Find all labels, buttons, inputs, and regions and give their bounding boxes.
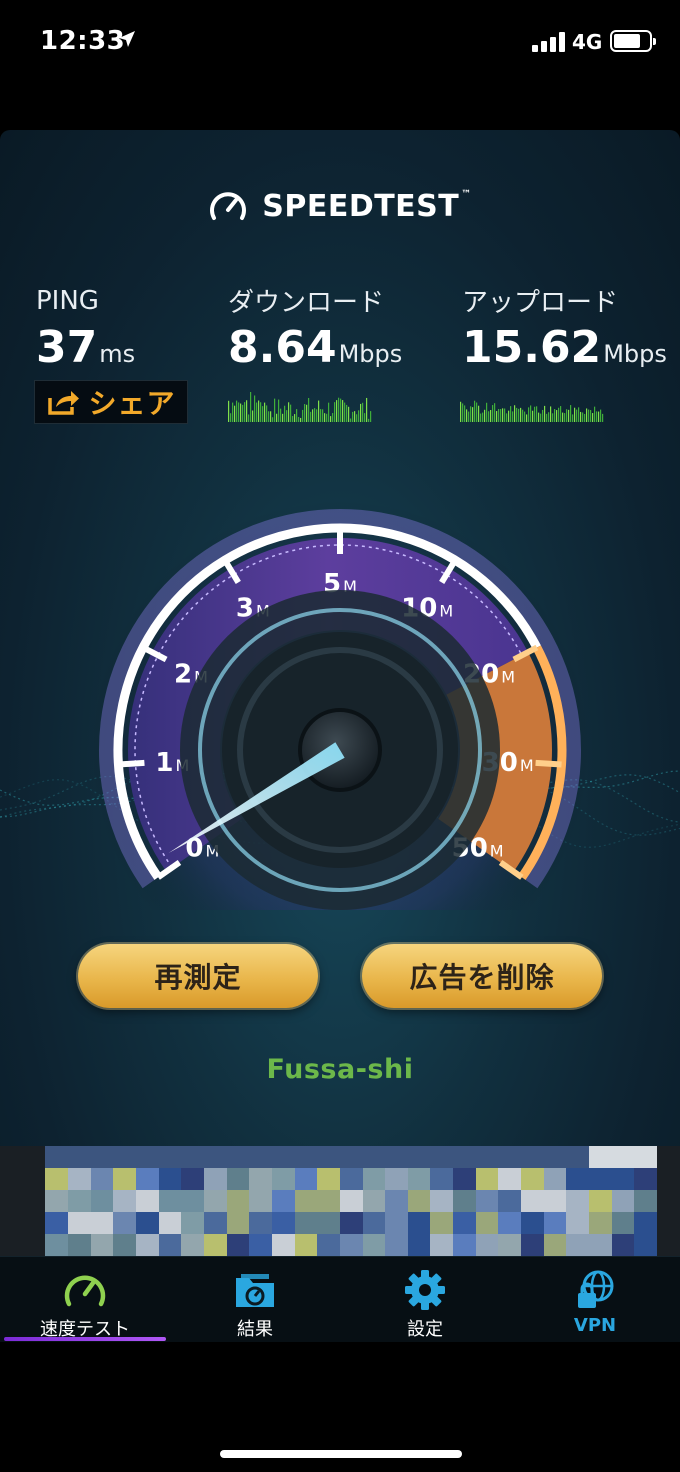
tab-results[interactable]: 結果 xyxy=(170,1257,340,1342)
speedtest-app: SPEEDTEST ™ PING 37ms シェア ダウンロード 8.64Mbps… xyxy=(0,130,680,1342)
speedtest-logo: SPEEDTEST ™ xyxy=(0,188,680,228)
signal-bars-icon xyxy=(532,32,565,52)
download-label: ダウンロード xyxy=(228,288,385,318)
tab-settings[interactable]: 設定 xyxy=(340,1257,510,1342)
status-time: 12:33 xyxy=(40,26,126,56)
speedometer-icon xyxy=(62,1269,108,1311)
vpn-lock-globe-icon xyxy=(572,1269,618,1311)
status-bar: 12:33 4G xyxy=(0,0,680,90)
home-indicator[interactable] xyxy=(220,1450,462,1458)
upload-sparkline xyxy=(460,400,604,422)
gauge-tick xyxy=(535,759,562,768)
upload-value: 15.62Mbps xyxy=(462,322,667,373)
download-sparkline xyxy=(228,392,372,422)
speed-gauge: 0M1M2M3M5M10M20M30M50M xyxy=(0,500,680,910)
speedtest-logo-icon xyxy=(210,192,247,220)
battery-icon xyxy=(610,30,656,52)
tab-label-results: 結果 xyxy=(237,1319,273,1340)
results-folder-icon xyxy=(232,1269,278,1311)
gauge-tick xyxy=(118,759,145,768)
gear-icon xyxy=(402,1269,448,1311)
network-type: 4G xyxy=(572,30,603,54)
retest-button[interactable]: 再測定 xyxy=(78,944,318,1008)
tab-label-settings: 設定 xyxy=(407,1319,443,1340)
location-arrow-icon xyxy=(119,31,135,47)
share-label: シェア xyxy=(88,387,176,420)
remove-ads-button[interactable]: 広告を削除 xyxy=(362,944,602,1008)
tab-label-vpn: VPN xyxy=(573,1315,617,1336)
share-button[interactable]: シェア xyxy=(34,380,188,424)
upload-label: アップロード xyxy=(462,288,619,318)
share-icon xyxy=(48,391,80,415)
ping-label: PING xyxy=(36,286,99,316)
download-value: 8.64Mbps xyxy=(228,322,403,373)
ad-banner[interactable] xyxy=(0,1146,680,1256)
app-title: SPEEDTEST ™ xyxy=(262,188,472,224)
active-tab-indicator xyxy=(4,1337,166,1341)
server-location: Fussa-shi xyxy=(266,1054,414,1085)
tab-speed-test[interactable]: 速度テスト xyxy=(0,1257,170,1342)
ping-value: 37ms xyxy=(36,322,136,373)
tab-bar: 速度テスト 結果 設定 VPN xyxy=(0,1256,680,1342)
tab-vpn[interactable]: VPN xyxy=(510,1257,680,1342)
